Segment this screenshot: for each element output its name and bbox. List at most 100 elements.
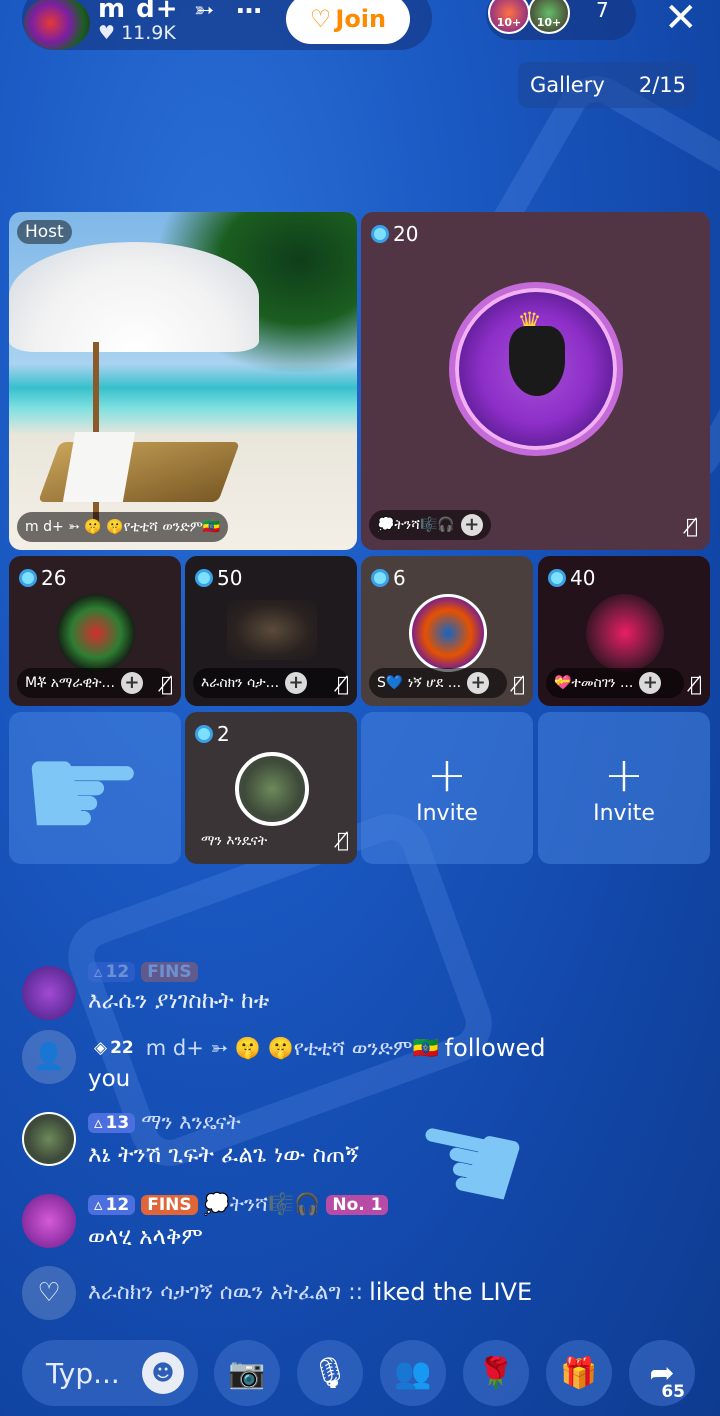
- heart-icon: ♥: [98, 22, 116, 44]
- pointing-hand-icon: ☛: [20, 712, 146, 875]
- host-name: m d+: [98, 0, 179, 24]
- invite-seat-3[interactable]: + Invite: [538, 712, 710, 864]
- share-button[interactable]: ➦ 65: [629, 1340, 695, 1406]
- diamond-icon: ◈: [94, 1038, 108, 1058]
- chat-like-message: ♡ እራስክን ሳታገኝ ሰዉን አትፈልግ :: liked the LIVE: [22, 1266, 702, 1322]
- mic-off-button[interactable]: 🎙: [297, 1340, 363, 1406]
- seat-name: Mቾ አማራዊት...: [25, 675, 115, 691]
- seat-nameplate[interactable]: Mቾ አማራዊት... +: [17, 668, 173, 698]
- camera-off-icon: 📷: [228, 1355, 266, 1391]
- invite-label: Invite: [416, 800, 478, 826]
- seat-avatar: [409, 594, 487, 672]
- chat-avatar[interactable]: [22, 966, 76, 1020]
- points-value: 6: [393, 566, 406, 590]
- gallery-label: Gallery: [530, 73, 605, 97]
- seat-5[interactable]: 6 S💙 ነኝ ሆደ ... + 🎙̸: [361, 556, 533, 706]
- seat-7[interactable]: 2 ማን እንዴናት 🎙̸: [185, 712, 357, 864]
- seat-6[interactable]: 40 💝ተመስገን ... + 🎙̸: [538, 556, 710, 706]
- gem-icon: [371, 225, 389, 243]
- level-value: 13: [105, 1112, 130, 1133]
- camera-off-button[interactable]: 📷: [214, 1340, 280, 1406]
- points-value: 2: [217, 722, 230, 746]
- follow-plus-icon[interactable]: +: [285, 672, 308, 694]
- points-badge: 50: [195, 566, 242, 590]
- points-badge: 6: [371, 566, 406, 590]
- gallery-button[interactable]: Gallery 2/15: [518, 62, 696, 108]
- viewers-pill[interactable]: 10+ 10+ 7: [486, 0, 636, 40]
- close-icon[interactable]: ✕: [664, 0, 698, 38]
- chat-username[interactable]: m d+ ➳ 🤫 🤫የቲቲሻ ወንድም🇪🇹: [146, 1036, 439, 1061]
- seat-name[interactable]: ማን እንዴናት: [193, 826, 275, 856]
- seat-3[interactable]: 26 Mቾ አማራዊት... + 🎙̸: [9, 556, 181, 706]
- level-value: 12: [105, 1194, 130, 1215]
- chat-username[interactable]: እራስክን ሳታገኝ ሰዉን አትፈልግ ::: [88, 1280, 363, 1305]
- mic-muted-icon: 🎙̸: [685, 514, 698, 538]
- guests-button[interactable]: 👥: [380, 1340, 446, 1406]
- seat-2[interactable]: 20 ♛ 💭ትንሻ🎼🎧 + 🎙̸: [361, 212, 710, 550]
- seat-avatar: [586, 594, 664, 672]
- seat-name: 💝ተመስገን ...: [554, 675, 634, 691]
- viewer-avatar[interactable]: 10+: [528, 0, 570, 34]
- chat-meta: ▵ 12 FINS 💭ትንሻ🎼🎧 No. 1: [88, 1192, 389, 1217]
- chat-avatar[interactable]: [22, 1112, 76, 1166]
- chat-username[interactable]: ማን እንዴናት: [141, 1110, 240, 1135]
- level-value: 12: [105, 962, 130, 982]
- mic-muted-icon: 🎙̸: [160, 672, 173, 696]
- mic-muted-icon: 🎙̸: [336, 672, 349, 696]
- viewer-count: 7: [596, 0, 609, 22]
- bottom-toolbar: Typ... ☻ 📷 🎙 👥 🌹 🎁 ➦ 65: [0, 1340, 720, 1406]
- seat-avatar: [235, 752, 309, 826]
- chat-text: እኔ ትንሽ ጊፍት ፈልጌ ነው ስጠኝ: [88, 1142, 359, 1168]
- fins-badge: FINS: [141, 962, 198, 982]
- follow-plus-icon[interactable]: +: [467, 672, 490, 694]
- avatar-silhouette: [509, 326, 565, 396]
- host-seat[interactable]: Host m d+ ➳ 🤫 🤫የቲቲሻ ወንድም🇪🇹: [9, 212, 357, 550]
- chat-message: ▵ 13 ማን እንዴናት እኔ ትንሽ ጊፍት ፈልጌ ነው ስጠኝ: [22, 1110, 702, 1172]
- chat-avatar[interactable]: [22, 1194, 76, 1248]
- chat-meta: ◈ 22 m d+ ➳ 🤫 🤫የቲቲሻ ወንድም🇪🇹 followed: [88, 1034, 545, 1062]
- seat-nameplate[interactable]: S💙 ነኝ ሆደ ... +: [369, 668, 507, 698]
- chat-message: ▵ 12 FINS እራሴን ያነገስኩት ከቱ: [22, 962, 702, 1026]
- plus-icon: +: [426, 746, 468, 803]
- follow-plus-icon[interactable]: +: [639, 672, 662, 694]
- level-value: 22: [110, 1038, 134, 1058]
- invite-label: Invite: [593, 800, 655, 826]
- level-coin-avatar: ♛: [455, 288, 617, 450]
- plus-icon: +: [603, 746, 645, 803]
- emoji-icon[interactable]: ☻: [142, 1352, 184, 1394]
- host-nameplate[interactable]: m d+ ➳ 🤫 🤫የቲቲሻ ወንድም🇪🇹: [17, 512, 229, 542]
- chat-username[interactable]: 💭ትንሻ🎼🎧: [204, 1192, 321, 1217]
- seat-avatar: [57, 594, 135, 672]
- arrow-icon: ➳: [194, 0, 215, 24]
- follow-plus-icon[interactable]: +: [460, 514, 483, 536]
- seat-nameplate[interactable]: 💭ትንሻ🎼🎧 +: [369, 510, 491, 540]
- points-value: 50: [217, 566, 243, 590]
- chat-input-placeholder: Typ...: [46, 1356, 120, 1390]
- follow-plus-icon[interactable]: +: [120, 672, 143, 694]
- heart-plus-icon: ♡: [309, 5, 332, 33]
- mic-muted-icon: 🎙̸: [336, 828, 349, 852]
- more-icon[interactable]: …: [236, 0, 262, 20]
- level-badge: ▵ 13: [88, 1112, 136, 1133]
- points-badge: 40: [548, 566, 595, 590]
- seat-avatar: [227, 600, 317, 660]
- chat-input[interactable]: Typ... ☻: [22, 1340, 198, 1406]
- rose-gift-button[interactable]: 🌹: [463, 1340, 529, 1406]
- gift-button[interactable]: 🎁: [546, 1340, 612, 1406]
- join-button[interactable]: ♡ Join: [286, 0, 410, 44]
- invite-seat-2[interactable]: + Invite: [361, 712, 533, 864]
- mic-off-icon: 🎙: [310, 1355, 350, 1391]
- beach-chair-back: [62, 432, 136, 502]
- viewer-avatar[interactable]: 10+: [488, 0, 530, 34]
- gem-icon: [371, 569, 389, 587]
- share-count: 65: [661, 1382, 685, 1402]
- seat-name: S💙 ነኝ ሆደ ...: [377, 675, 462, 691]
- host-tag: Host: [17, 220, 72, 244]
- seat-4[interactable]: 50 እራስክን ሳታ... + 🎙̸: [185, 556, 357, 706]
- seat-nameplate[interactable]: እራስክን ሳታ... +: [193, 668, 349, 698]
- follow-user-icon: 👤: [22, 1030, 76, 1084]
- level-badge: ▵ 12: [88, 1194, 136, 1215]
- gallery-page: 2/15: [638, 73, 686, 97]
- points-badge: 20: [371, 222, 418, 246]
- seat-nameplate[interactable]: 💝ተመስገን ... +: [546, 668, 684, 698]
